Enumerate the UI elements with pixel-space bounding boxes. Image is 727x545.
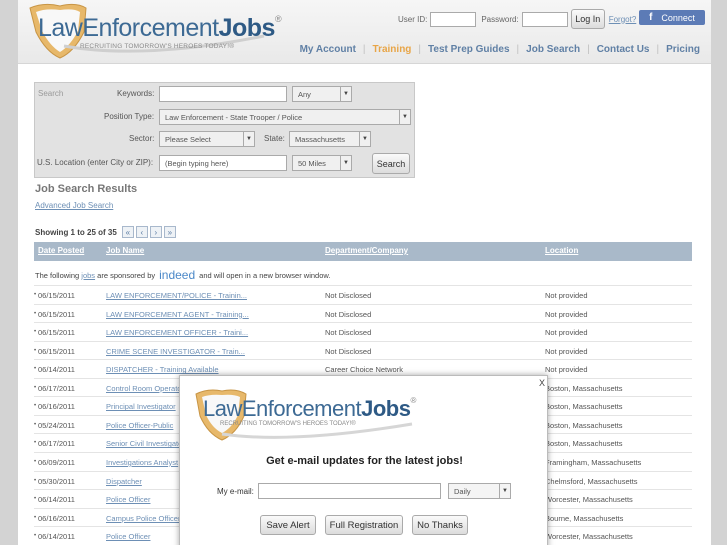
email-label: My e-mail: [217, 487, 254, 496]
email-input[interactable] [258, 483, 441, 499]
full-registration-button[interactable]: Full Registration [325, 515, 403, 535]
no-thanks-button[interactable]: No Thanks [412, 515, 468, 535]
modal-logo: LawEnforcementJobs® RECRUITING TOMORROW'… [192, 378, 432, 444]
email-alert-modal: X LawEnforcementJobs® RECRUITING TOMORRO… [179, 375, 548, 545]
close-icon[interactable]: X [539, 378, 545, 388]
modal-logo-wordmark: LawEnforcementJobs® [203, 396, 416, 421]
chevron-down-icon: ▼ [499, 484, 510, 498]
modal-headline: Get e-mail updates for the latest jobs! [266, 455, 463, 467]
frequency-select[interactable]: Daily ▼ [448, 483, 511, 499]
modal-logo-tagline: RECRUITING TOMORROW'S HEROES TODAY!® [220, 421, 356, 427]
save-alert-button[interactable]: Save Alert [260, 515, 316, 535]
